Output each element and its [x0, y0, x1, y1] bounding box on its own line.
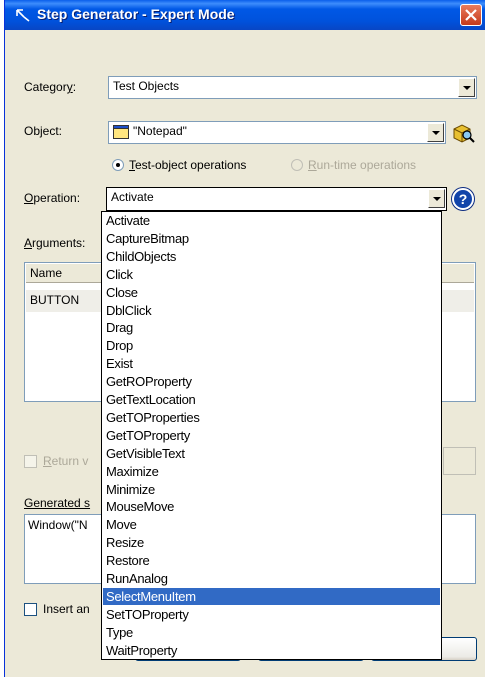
object-repository-icon [453, 124, 475, 143]
operation-dropdown-list[interactable]: Activate CaptureBitmap ChildObjects Click Cl… [101, 211, 442, 660]
category-label: Category: [24, 80, 77, 94]
generated-statement-label: Generated s [24, 496, 91, 510]
operation-option-drag[interactable]: Drag [103, 319, 440, 336]
object-value: "Notepad" [133, 124, 187, 138]
category-value: Test Objects [113, 79, 180, 93]
insert-another-label[interactable]: Insert an [43, 602, 90, 616]
select-object-button[interactable] [451, 120, 475, 144]
operation-option-maximize[interactable]: Maximize [103, 463, 440, 480]
operation-option-capturebitmap[interactable]: CaptureBitmap [103, 230, 440, 247]
close-icon [465, 9, 477, 21]
name-column-header[interactable]: Name [30, 266, 62, 280]
close-button[interactable] [460, 4, 482, 26]
operation-option-move[interactable]: Move [103, 516, 440, 533]
operation-option-click[interactable]: Click [103, 266, 440, 283]
return-value-checkbox [24, 455, 37, 468]
insert-another-checkbox[interactable] [24, 603, 37, 616]
title-bar[interactable]: Step Generator - Expert Mode [5, 0, 485, 30]
operation-option-mousemove[interactable]: MouseMove [103, 498, 440, 515]
return-value-field [443, 447, 476, 475]
object-select[interactable]: "Notepad" [108, 121, 446, 144]
test-object-operations-radio[interactable] [112, 159, 124, 171]
operation-option-dblclick[interactable]: DblClick [103, 302, 440, 319]
operation-option-resize[interactable]: Resize [103, 534, 440, 551]
step-generator-icon [16, 9, 30, 22]
help-icon: ? [458, 191, 468, 207]
operation-dropdown-button[interactable] [428, 189, 445, 208]
run-time-operations-label: Run-time operations [308, 158, 417, 172]
operation-option-childobjects[interactable]: ChildObjects [103, 248, 440, 265]
operation-option-drop[interactable]: Drop [103, 337, 440, 354]
operation-option-activate[interactable]: Activate [103, 212, 440, 229]
operation-option-gettoproperty[interactable]: GetTOProperty [103, 427, 440, 444]
help-button[interactable]: ? [452, 188, 474, 210]
category-select[interactable]: Test Objects [108, 76, 477, 99]
run-time-operations-radio [291, 159, 303, 171]
operation-option-waitproperty[interactable]: WaitProperty [103, 642, 440, 659]
argument-name-cell: BUTTON [30, 293, 80, 307]
operation-option-getroproperty[interactable]: GetROProperty [103, 373, 440, 390]
operation-option-restore[interactable]: Restore [103, 552, 440, 569]
arguments-label: Arguments: [24, 236, 86, 250]
operation-option-exist[interactable]: Exist [103, 355, 440, 372]
operation-option-gettoproperties[interactable]: GetTOProperties [103, 409, 440, 426]
operation-value: Activate [111, 190, 154, 204]
operation-option-getvisibletext[interactable]: GetVisibleText [103, 445, 440, 462]
return-value-label: Return v [43, 454, 89, 468]
operation-option-gettextlocation[interactable]: GetTextLocation [103, 391, 440, 408]
generated-statement-text: Window("N [28, 518, 88, 532]
operation-option-runanalog[interactable]: RunAnalog [103, 570, 440, 587]
object-label: Object: [24, 124, 63, 138]
operation-option-selectmenuitem[interactable]: SelectMenuItem [103, 587, 440, 605]
operation-option-close[interactable]: Close [103, 284, 440, 301]
operation-option-type[interactable]: Type [103, 624, 440, 641]
object-dropdown-button[interactable] [427, 123, 444, 142]
operation-label: Operation: [24, 191, 81, 205]
operation-option-minimize[interactable]: Minimize [103, 481, 440, 498]
notepad-window-icon [113, 125, 129, 139]
category-dropdown-button[interactable] [458, 78, 475, 97]
operation-option-settoproperty[interactable]: SetTOProperty [103, 606, 440, 623]
window-title: Step Generator - Expert Mode [37, 6, 235, 22]
test-object-operations-label[interactable]: Test-object operations [129, 158, 246, 172]
operation-select[interactable]: Activate [106, 187, 447, 211]
